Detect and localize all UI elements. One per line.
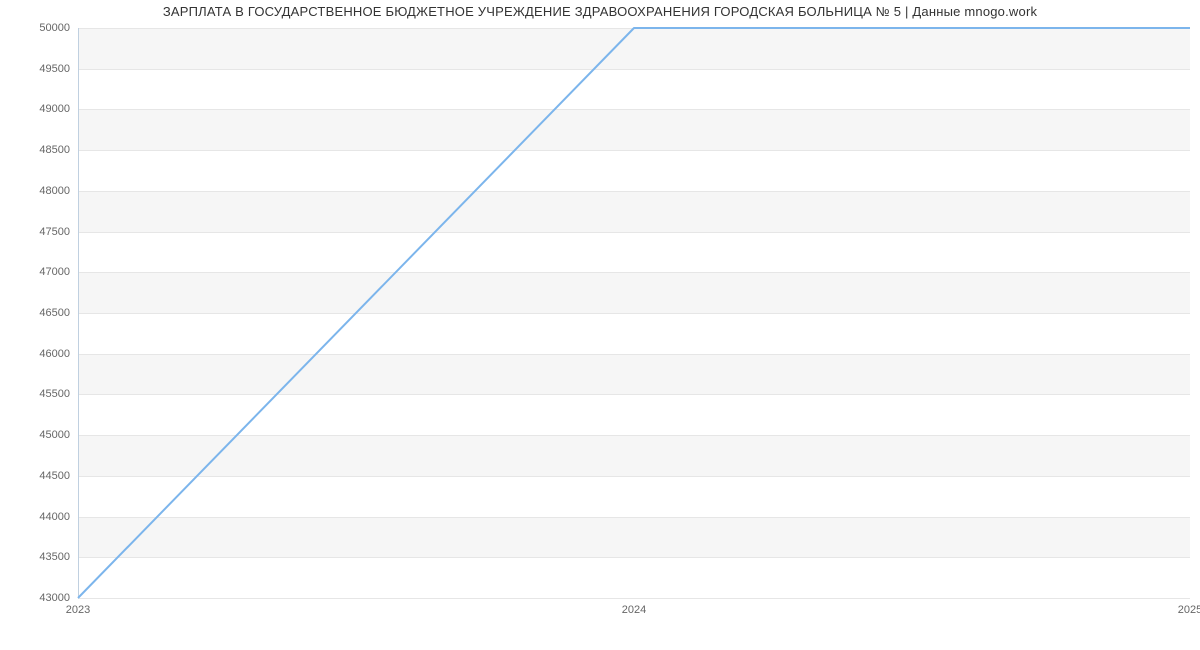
y-tick-label: 46500 bbox=[39, 307, 78, 319]
y-tick-label: 45000 bbox=[39, 429, 78, 441]
x-tick-label: 2023 bbox=[66, 598, 90, 616]
y-tick-label: 47500 bbox=[39, 226, 78, 238]
x-tick-label: 2024 bbox=[622, 598, 646, 616]
y-tick-label: 49500 bbox=[39, 63, 78, 75]
y-tick-label: 50000 bbox=[39, 22, 78, 34]
line-series bbox=[78, 28, 1190, 598]
chart-title: ЗАРПЛАТА В ГОСУДАРСТВЕННОЕ БЮДЖЕТНОЕ УЧР… bbox=[0, 4, 1200, 19]
y-tick-label: 47000 bbox=[39, 266, 78, 278]
y-tick-label: 49000 bbox=[39, 103, 78, 115]
y-tick-label: 45500 bbox=[39, 388, 78, 400]
x-tick-label: 2025 bbox=[1178, 598, 1200, 616]
y-tick-label: 48000 bbox=[39, 185, 78, 197]
chart-container: ЗАРПЛАТА В ГОСУДАРСТВЕННОЕ БЮДЖЕТНОЕ УЧР… bbox=[0, 0, 1200, 650]
y-tick-label: 48500 bbox=[39, 144, 78, 156]
y-tick-label: 46000 bbox=[39, 348, 78, 360]
y-tick-label: 44000 bbox=[39, 511, 78, 523]
plot-area: 4300043500440004450045000455004600046500… bbox=[78, 28, 1190, 598]
y-tick-label: 44500 bbox=[39, 470, 78, 482]
series-line bbox=[78, 28, 1190, 598]
y-tick-label: 43500 bbox=[39, 551, 78, 563]
